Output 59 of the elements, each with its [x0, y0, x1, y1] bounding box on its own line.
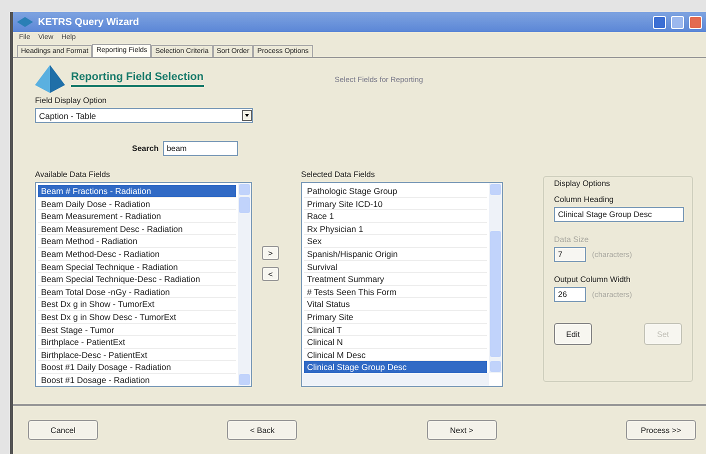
list-item[interactable]: Pathologic Stage Group — [304, 185, 487, 198]
list-item[interactable]: Race 1 — [304, 210, 487, 223]
list-item[interactable]: Best Dx g in Show Desc - TumorExt — [38, 310, 236, 324]
list-item[interactable]: Sex — [304, 235, 487, 248]
list-item[interactable]: Primary Site ICD-10 — [304, 198, 487, 210]
search-label: Search — [132, 144, 159, 153]
group-title: Display Options — [554, 179, 612, 188]
window-title: KETRS Query Wizard — [38, 16, 140, 28]
list-item[interactable]: Beam Daily Dose - Radiation — [38, 198, 236, 210]
list-item[interactable]: Clinical Stage Group Desc — [304, 361, 487, 373]
list-item[interactable]: Spanish/Hispanic Origin — [304, 248, 487, 261]
section-title: Reporting Field Selection — [71, 71, 204, 87]
size-field[interactable]: 26 — [554, 287, 586, 302]
move-button[interactable]: < — [262, 267, 279, 281]
wizard-button[interactable]: Process >> — [626, 420, 696, 440]
list-item[interactable]: Boost #1 Dosage - Radiation — [38, 374, 236, 386]
option-button[interactable]: Edit — [554, 323, 592, 345]
vertical-scrollbar[interactable] — [238, 183, 251, 386]
list-item[interactable]: Birthplace-Desc - PatientExt — [38, 348, 236, 362]
close-button[interactable] — [689, 16, 702, 28]
pyramid-icon — [35, 65, 65, 93]
list-item[interactable]: Beam Measurement - Radiation — [38, 210, 236, 223]
field-label: Field Display Option — [35, 96, 108, 105]
list-item[interactable]: # Tests Seen This Form — [304, 286, 487, 298]
field-label: Column Heading — [554, 195, 615, 204]
wizard-button[interactable]: Cancel — [28, 420, 98, 440]
list-item[interactable]: Beam Special Technique - Radiation — [38, 260, 236, 274]
column-heading-field[interactable]: Clinical Stage Group Desc — [554, 207, 684, 222]
app-icon — [17, 17, 33, 27]
list-item[interactable]: Survival — [304, 260, 487, 274]
list-item[interactable]: Beam # Fractions - Radiation — [38, 185, 236, 198]
list-item[interactable]: Beam Method-Desc - Radiation — [38, 248, 236, 261]
list-item[interactable]: Beam Method - Radiation — [38, 235, 236, 248]
display-option-dropdown[interactable]: Caption - Table — [35, 108, 253, 123]
list-item[interactable]: Birthplace - PatientExt — [38, 336, 236, 349]
list-item[interactable]: Beam Total Dose -nGy - Radiation — [38, 286, 236, 298]
list-item[interactable]: Beam Measurement Desc - Radiation — [38, 222, 236, 236]
list-item[interactable]: Clinical N — [304, 336, 487, 349]
horizontal-scrollbar[interactable] — [302, 373, 489, 386]
list-item[interactable]: Boost #1 Daily Dosage - Radiation — [38, 361, 236, 374]
wizard-button[interactable]: < Back — [227, 420, 298, 440]
move-button[interactable]: > — [262, 246, 279, 260]
field-label: Output Column Width — [554, 275, 632, 284]
list-item[interactable]: Vital Status — [304, 298, 487, 311]
maximize-button[interactable] — [671, 16, 684, 28]
vertical-scrollbar[interactable] — [489, 183, 502, 373]
list-item[interactable]: Primary Site — [304, 310, 487, 324]
minimize-button[interactable] — [653, 16, 666, 28]
wizard-button[interactable]: Next > — [426, 420, 497, 440]
list-item[interactable]: Clinical T — [304, 324, 487, 336]
list-item[interactable]: Beam Special Technique-Desc - Radiation — [38, 273, 236, 286]
list-item[interactable]: Best Stage - Tumor — [38, 324, 236, 336]
list-label: Selected Data Fields — [301, 170, 376, 179]
field-label: Data Size — [554, 235, 590, 244]
list-item[interactable]: Rx Physician 1 — [304, 222, 487, 236]
search-field[interactable]: beam — [162, 141, 238, 156]
list-item[interactable]: Best Dx g in Show - TumorExt — [38, 298, 236, 311]
list-label: Available Data Fields — [35, 170, 112, 179]
list-item[interactable]: Treatment Summary — [304, 273, 487, 286]
